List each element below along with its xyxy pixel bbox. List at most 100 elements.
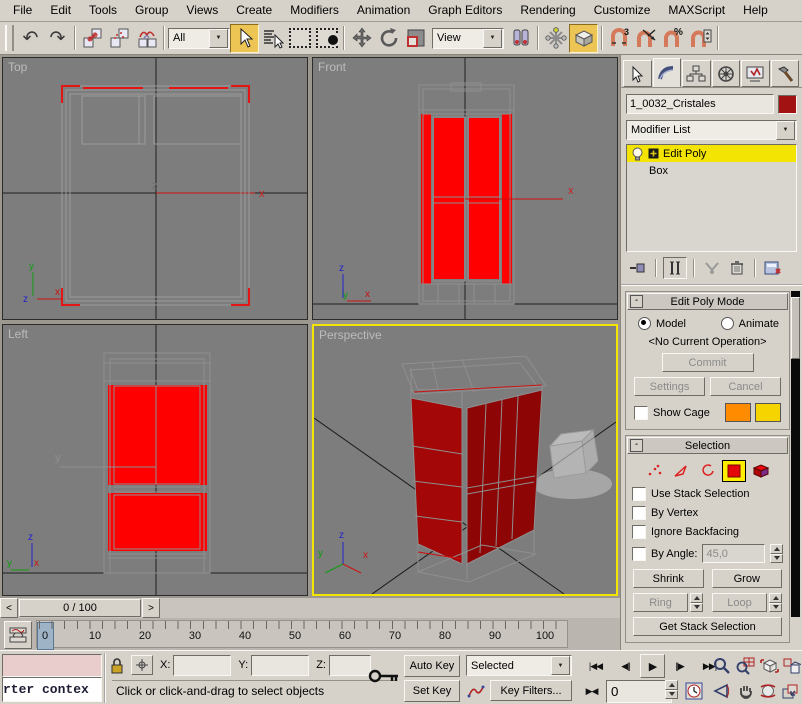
auto-key-button[interactable]: Auto Key xyxy=(404,655,460,677)
ring-spinner[interactable] xyxy=(690,593,703,612)
selection-lock-icon[interactable] xyxy=(110,657,124,674)
tab-hierarchy[interactable] xyxy=(682,60,711,87)
by-angle-checkbox[interactable] xyxy=(632,547,646,561)
menu-views[interactable]: Views xyxy=(177,0,227,21)
set-key-button[interactable]: Set Key xyxy=(404,680,460,702)
z-coord-input[interactable] xyxy=(329,655,371,676)
shrink-button[interactable]: Shrink xyxy=(633,569,704,588)
collapse-icon[interactable]: - xyxy=(630,439,643,452)
cage-selected-color-swatch[interactable] xyxy=(755,403,781,422)
field-of-view-button[interactable] xyxy=(710,680,733,702)
by-angle-field[interactable]: 45,0 xyxy=(702,544,765,563)
percent-snap-toggle-button[interactable]: % xyxy=(660,25,687,52)
show-end-result-button[interactable] xyxy=(663,257,687,279)
animate-radio[interactable]: Animate xyxy=(721,317,779,330)
menu-help[interactable]: Help xyxy=(734,0,777,21)
spinner-snap-toggle-button[interactable] xyxy=(687,25,714,52)
menu-maxscript[interactable]: MAXScript xyxy=(659,0,734,21)
y-coord-input[interactable] xyxy=(251,655,309,676)
tab-utilities[interactable] xyxy=(771,60,800,87)
undo-button[interactable]: ↶ xyxy=(17,25,44,52)
rollout-edit-poly-mode-header[interactable]: - Edit Poly Mode xyxy=(627,293,788,310)
rollout-selection-header[interactable]: - Selection xyxy=(627,437,788,454)
selection-filter-dropdown[interactable]: All ▼ xyxy=(168,28,230,49)
by-angle-spinner[interactable] xyxy=(770,544,783,563)
subobject-border-button[interactable] xyxy=(696,461,718,481)
configure-modifier-sets-button[interactable] xyxy=(762,258,784,278)
model-radio[interactable]: Model xyxy=(638,317,686,330)
frame-spinner[interactable] xyxy=(665,680,678,699)
modifier-list-dropdown[interactable]: Modifier List ▼ xyxy=(626,120,797,140)
menu-create[interactable]: Create xyxy=(227,0,281,21)
menu-graph-editors[interactable]: Graph Editors xyxy=(419,0,511,21)
get-stack-selection-button[interactable]: Get Stack Selection xyxy=(633,617,782,636)
subobject-polygon-button[interactable] xyxy=(722,460,746,482)
pin-stack-button[interactable] xyxy=(627,258,649,278)
select-and-link-button[interactable] xyxy=(79,25,106,52)
select-object-button[interactable] xyxy=(230,24,259,53)
zoom-all-button[interactable] xyxy=(734,655,757,677)
previous-frame-button[interactable]: ◀|| xyxy=(614,655,637,677)
key-mode-dropdown[interactable]: Selected ▼ xyxy=(466,655,572,676)
pan-button[interactable] xyxy=(734,680,757,702)
scrollbar-thumb[interactable] xyxy=(791,297,800,359)
viewport-front[interactable]: Front xyxy=(312,57,618,320)
snap-toggle-3d-button[interactable]: 3 xyxy=(606,25,633,52)
visibility-bulb-icon[interactable] xyxy=(631,147,644,161)
commit-button[interactable]: Commit xyxy=(662,353,754,372)
grow-button[interactable]: Grow xyxy=(712,569,783,588)
time-slider[interactable]: 0 / 100 xyxy=(19,599,141,617)
viewport-perspective[interactable]: Perspective xyxy=(312,324,618,596)
tab-modify[interactable] xyxy=(653,58,682,87)
unlink-selection-button[interactable] xyxy=(106,25,133,52)
absolute-mode-toggle-button[interactable] xyxy=(131,655,153,675)
rectangular-selection-region-button[interactable] xyxy=(286,25,313,52)
select-by-name-button[interactable] xyxy=(259,25,286,52)
loop-button[interactable]: Loop xyxy=(712,593,767,612)
select-and-scale-button[interactable] xyxy=(402,25,429,52)
play-button[interactable]: ▶ xyxy=(640,654,665,678)
select-and-manipulate-button[interactable] xyxy=(542,25,569,52)
collapse-icon[interactable]: - xyxy=(630,295,643,308)
set-keys-button[interactable] xyxy=(367,659,401,693)
tab-display[interactable] xyxy=(741,60,770,87)
bind-to-spacewarp-button[interactable] xyxy=(133,25,160,52)
arc-rotate-button[interactable] xyxy=(756,680,779,702)
viewport-left[interactable]: Left xyxy=(2,324,308,596)
menu-modifiers[interactable]: Modifiers xyxy=(281,0,348,21)
macro-recorder-pane[interactable] xyxy=(2,654,102,677)
expand-plus-icon[interactable] xyxy=(648,148,659,159)
tab-create[interactable] xyxy=(623,60,652,87)
menu-rendering[interactable]: Rendering xyxy=(511,0,584,21)
zoom-extents-all-button[interactable] xyxy=(780,655,802,677)
zoom-extents-button[interactable] xyxy=(758,655,781,677)
menu-customize[interactable]: Customize xyxy=(585,0,660,21)
menu-tools[interactable]: Tools xyxy=(80,0,126,21)
select-and-rotate-button[interactable] xyxy=(375,25,402,52)
show-cage-checkbox[interactable] xyxy=(634,406,648,420)
panel-scrollbar[interactable] xyxy=(791,291,800,617)
loop-spinner[interactable] xyxy=(769,593,782,612)
remove-modifier-button[interactable] xyxy=(726,258,748,278)
stack-item-box[interactable]: Box xyxy=(627,162,796,179)
menu-file[interactable]: File xyxy=(4,0,41,21)
chevron-down-icon[interactable]: ▼ xyxy=(551,656,570,675)
redo-button[interactable]: ↷ xyxy=(44,25,71,52)
menu-edit[interactable]: Edit xyxy=(41,0,80,21)
open-mini-curve-editor-button[interactable] xyxy=(4,621,32,649)
use-stack-selection-checkbox[interactable] xyxy=(632,487,646,501)
previous-frame-arrow-button[interactable]: < xyxy=(0,598,18,618)
object-color-swatch[interactable] xyxy=(778,95,797,114)
ignore-backfacing-checkbox[interactable] xyxy=(632,525,646,539)
subobject-vertex-button[interactable] xyxy=(644,461,666,481)
zoom-button[interactable] xyxy=(710,655,733,677)
key-filters-button[interactable]: Key Filters... xyxy=(490,680,572,701)
chevron-down-icon[interactable]: ▼ xyxy=(483,29,502,48)
use-pivot-point-center-button[interactable] xyxy=(507,25,534,52)
cage-color-swatch[interactable] xyxy=(725,403,751,422)
by-vertex-checkbox[interactable] xyxy=(632,506,646,520)
current-frame-input[interactable] xyxy=(606,680,672,703)
new-key-default-in-out-button[interactable] xyxy=(464,680,487,701)
menu-animation[interactable]: Animation xyxy=(348,0,419,21)
window-crossing-toggle-button[interactable] xyxy=(313,25,340,52)
